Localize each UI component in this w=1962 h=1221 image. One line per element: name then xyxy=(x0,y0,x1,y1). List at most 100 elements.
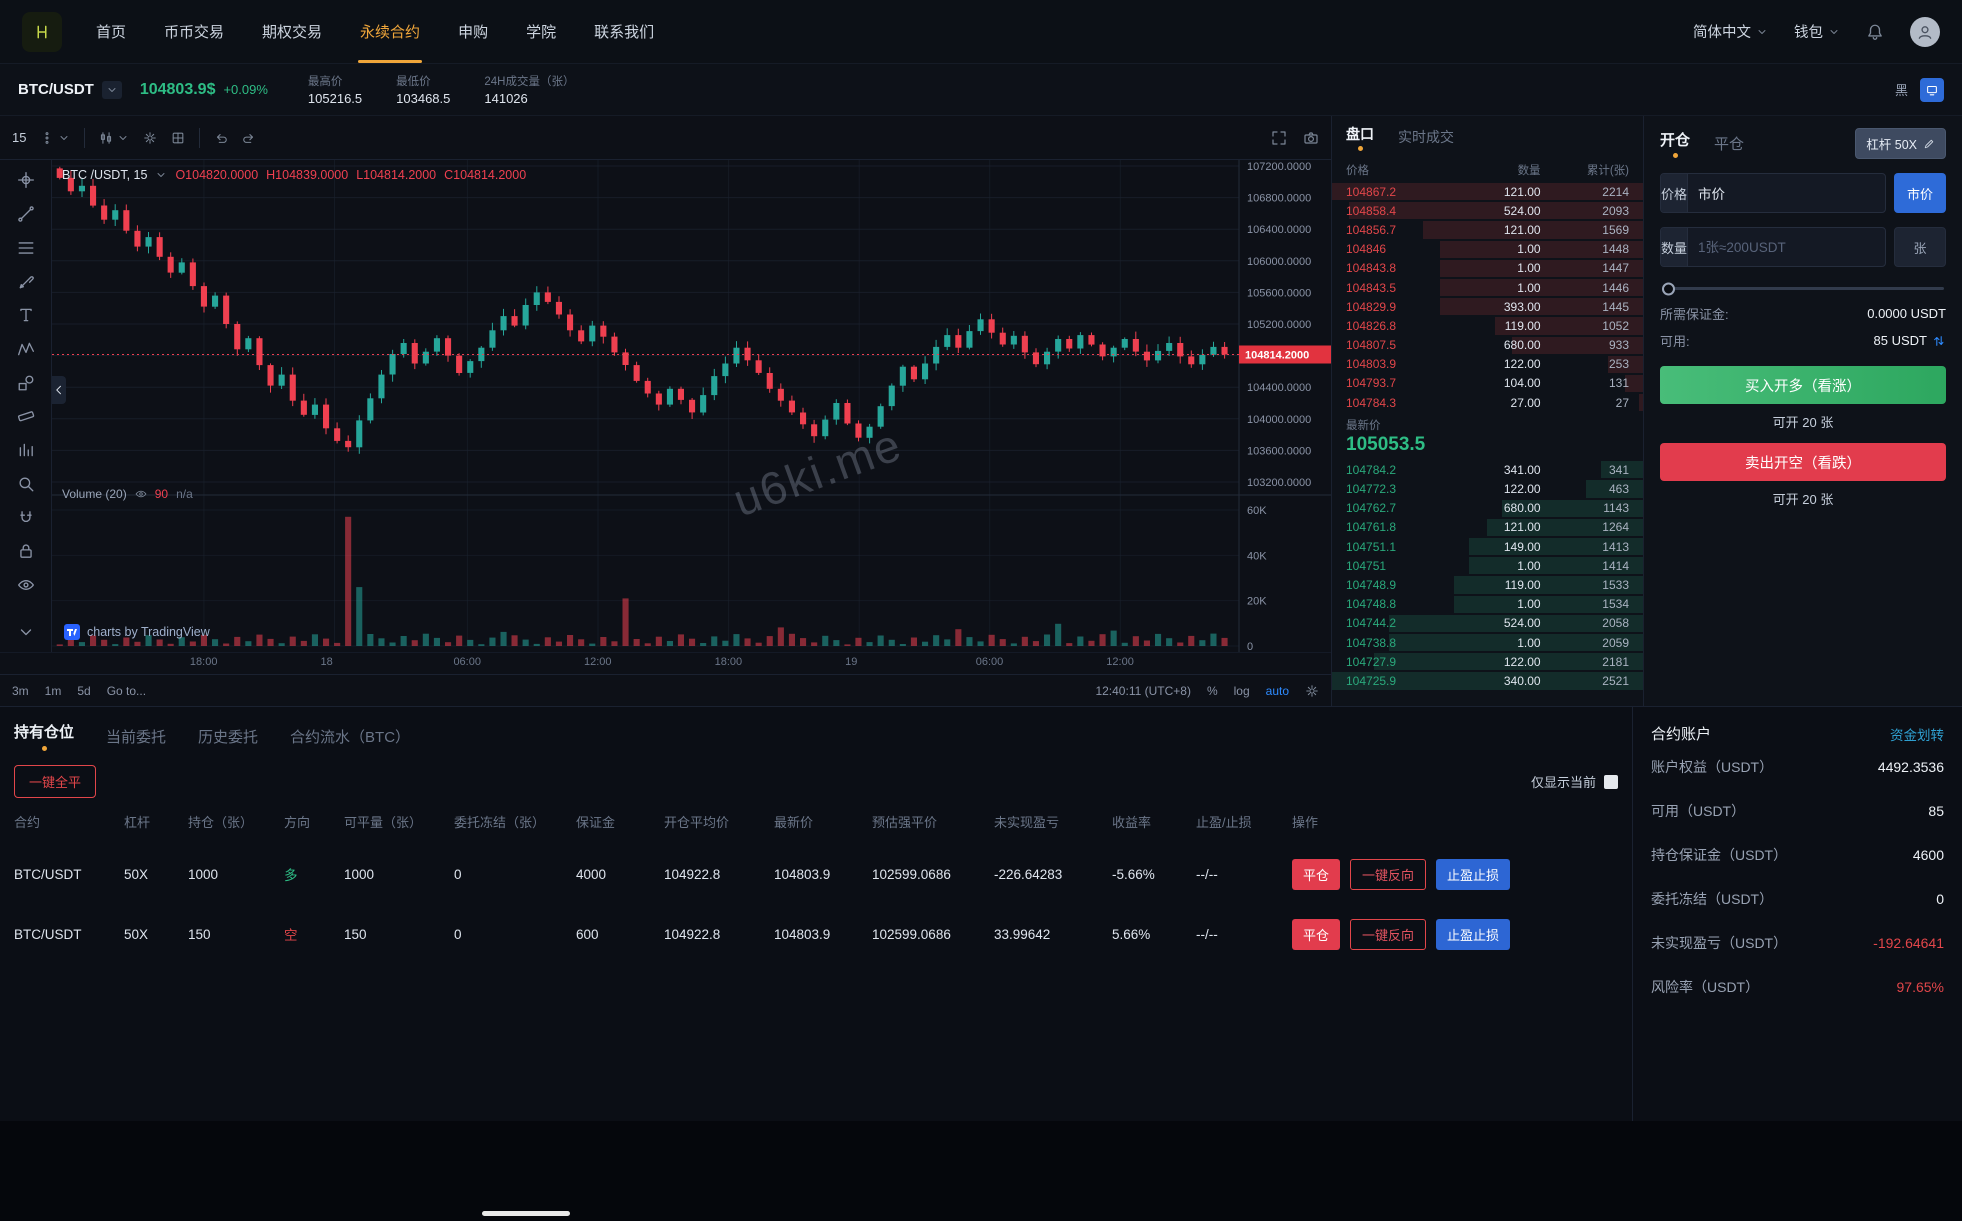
nav-item-options[interactable]: 期权交易 xyxy=(262,0,322,63)
sell-short-button[interactable]: 卖出开空（看跌） xyxy=(1660,443,1946,481)
quantity-input[interactable] xyxy=(1688,228,1885,266)
eye-tool-button[interactable] xyxy=(12,575,40,596)
orderbook-ask-row[interactable]: 104856.7121.001569 xyxy=(1332,220,1643,239)
orderbook-ask-row[interactable]: 104784.327.0027 xyxy=(1332,393,1643,412)
orderbook-ask-row[interactable]: 1048461.001448 xyxy=(1332,240,1643,259)
transfer-icon[interactable] xyxy=(1932,334,1946,348)
orderbook-ask-row[interactable]: 104843.51.001446 xyxy=(1332,278,1643,297)
logo[interactable] xyxy=(22,12,62,52)
orderbook-ask-row[interactable]: 104867.2121.002214 xyxy=(1332,182,1643,201)
intervals-menu-button[interactable] xyxy=(40,131,70,145)
only-current-checkbox[interactable] xyxy=(1604,775,1618,789)
scale-control-1[interactable]: % xyxy=(1207,684,1218,698)
camera-icon[interactable] xyxy=(1303,130,1319,146)
orderbook-bid-row[interactable]: 104748.9119.001533 xyxy=(1332,575,1643,594)
display-mode-button[interactable] xyxy=(1920,78,1944,102)
close-all-button[interactable]: 一键全平 xyxy=(14,765,96,798)
buy-long-button[interactable]: 买入开多（看涨） xyxy=(1660,366,1946,404)
leverage-button[interactable]: 杠杆 50X xyxy=(1855,128,1946,159)
orderbook-ask-row[interactable]: 104803.9122.00253 xyxy=(1332,355,1643,374)
trend-line-tool-button[interactable] xyxy=(12,204,40,225)
orderbook-bid-row[interactable]: 104762.7680.001143 xyxy=(1332,499,1643,518)
shapes-tool-button[interactable] xyxy=(12,372,40,393)
bars-pattern-tool-button[interactable] xyxy=(12,440,40,461)
positions-tab-3[interactable]: 合约流水（BTC） xyxy=(290,726,410,747)
crosshair-tool-button[interactable] xyxy=(12,170,40,191)
pair-dropdown-button[interactable] xyxy=(102,81,122,99)
orderbook-bid-row[interactable]: 104744.2524.002058 xyxy=(1332,614,1643,633)
zoom-tool-button[interactable] xyxy=(12,473,40,494)
ruler-tool-button[interactable] xyxy=(12,406,40,427)
orderbook-ask-row[interactable]: 104826.8119.001052 xyxy=(1332,316,1643,335)
orderbook-ask-row[interactable]: 104858.4524.002093 xyxy=(1332,201,1643,220)
positions-tab-1[interactable]: 当前委托 xyxy=(106,726,166,747)
compare-button[interactable] xyxy=(171,131,185,145)
nav-item-home[interactable]: 首页 xyxy=(96,0,126,63)
tpsl-button[interactable]: 止盈止损 xyxy=(1436,919,1510,950)
market-price-button[interactable]: 市价 xyxy=(1894,173,1946,213)
scale-control-3[interactable]: auto xyxy=(1266,684,1289,698)
positions-tab-0[interactable]: 持有仓位 xyxy=(14,721,74,751)
nav-item-perpetual[interactable]: 永续合约 xyxy=(360,0,420,63)
redo-button[interactable] xyxy=(242,131,256,145)
orderbook-bid-row[interactable]: 104751.1149.001413 xyxy=(1332,537,1643,556)
orderbook-ask-row[interactable]: 104829.9393.001445 xyxy=(1332,297,1643,316)
reverse-position-button[interactable]: 一键反向 xyxy=(1350,919,1426,950)
xabcd-pattern-tool-button[interactable] xyxy=(12,339,40,360)
orderbook-bid-row[interactable]: 104784.2341.00341 xyxy=(1332,460,1643,479)
range-control-0[interactable]: 3m xyxy=(12,684,29,698)
orderbook-bid-row[interactable]: 104738.81.002059 xyxy=(1332,633,1643,652)
gear-icon[interactable] xyxy=(1305,684,1319,698)
collapse-toolbar-button[interactable] xyxy=(52,376,66,404)
slider-track[interactable] xyxy=(1662,287,1944,290)
tab-open-position[interactable]: 开仓 xyxy=(1660,129,1690,158)
scale-control-2[interactable]: log xyxy=(1234,684,1250,698)
indicators-button[interactable] xyxy=(143,131,157,145)
more-tools-button[interactable] xyxy=(12,621,40,642)
tab-orderbook[interactable]: 盘口 xyxy=(1346,124,1374,151)
bell-icon[interactable] xyxy=(1866,23,1884,41)
magnet-tool-button[interactable] xyxy=(12,507,40,528)
fullscreen-icon[interactable] xyxy=(1271,130,1287,146)
tpsl-button[interactable]: 止盈止损 xyxy=(1436,859,1510,890)
orderbook-ask-row[interactable]: 104807.5680.00933 xyxy=(1332,336,1643,355)
nav-item-subscribe[interactable]: 申购 xyxy=(458,0,488,63)
interval-button[interactable]: 15 xyxy=(12,130,26,145)
slider-knob[interactable] xyxy=(1662,282,1675,295)
positions-tab-2[interactable]: 历史委托 xyxy=(198,726,258,747)
range-control-3[interactable]: Go to... xyxy=(107,684,146,698)
fund-transfer-link[interactable]: 资金划转 xyxy=(1890,724,1944,744)
nav-item-spot[interactable]: 币币交易 xyxy=(164,0,224,63)
close-position-button[interactable]: 平仓 xyxy=(1292,859,1340,890)
language-menu[interactable]: 简体中文 xyxy=(1693,21,1768,42)
avatar[interactable] xyxy=(1910,17,1940,47)
tab-recent-trades[interactable]: 实时成交 xyxy=(1398,127,1454,147)
orderbook-bid-row[interactable]: 104772.3122.00463 xyxy=(1332,479,1643,498)
eye-icon[interactable] xyxy=(135,488,147,500)
chart-canvas[interactable]: 107200.0000106800.0000106400.0000106000.… xyxy=(52,160,1331,652)
range-control-1[interactable]: 1m xyxy=(45,684,62,698)
reverse-position-button[interactable]: 一键反向 xyxy=(1350,859,1426,890)
tab-close-position[interactable]: 平仓 xyxy=(1714,133,1744,154)
orderbook-bid-row[interactable]: 104748.81.001534 xyxy=(1332,595,1643,614)
orderbook-bid-row[interactable]: 104725.9340.002521 xyxy=(1332,671,1643,690)
brush-tool-button[interactable] xyxy=(12,271,40,292)
price-input[interactable] xyxy=(1688,174,1885,212)
scale-control-0[interactable]: 12:40:11 (UTC+8) xyxy=(1095,684,1191,698)
candlestick-chart[interactable]: 107200.0000106800.0000106400.0000106000.… xyxy=(52,160,1331,652)
pair-selector[interactable]: BTC/USDT xyxy=(18,81,122,99)
orderbook-ask-row[interactable]: 104843.81.001447 xyxy=(1332,259,1643,278)
only-current-toggle[interactable]: 仅显示当前 xyxy=(1531,772,1618,791)
tradingview-credit[interactable]: charts by TradingView xyxy=(64,624,210,640)
range-control-2[interactable]: 5d xyxy=(77,684,90,698)
nav-item-contact[interactable]: 联系我们 xyxy=(594,0,654,63)
volume-label[interactable]: Volume (20) xyxy=(62,487,127,501)
undo-button[interactable] xyxy=(214,131,228,145)
lock-tool-button[interactable] xyxy=(12,541,40,562)
chart-style-button[interactable] xyxy=(99,131,129,145)
close-position-button[interactable]: 平仓 xyxy=(1292,919,1340,950)
legend-symbol[interactable]: BTC /USDT, 15 xyxy=(62,168,147,182)
orderbook-bid-row[interactable]: 104727.9122.002181 xyxy=(1332,652,1643,671)
chevron-down-icon[interactable] xyxy=(155,169,167,181)
wallet-menu[interactable]: 钱包 xyxy=(1794,21,1840,42)
